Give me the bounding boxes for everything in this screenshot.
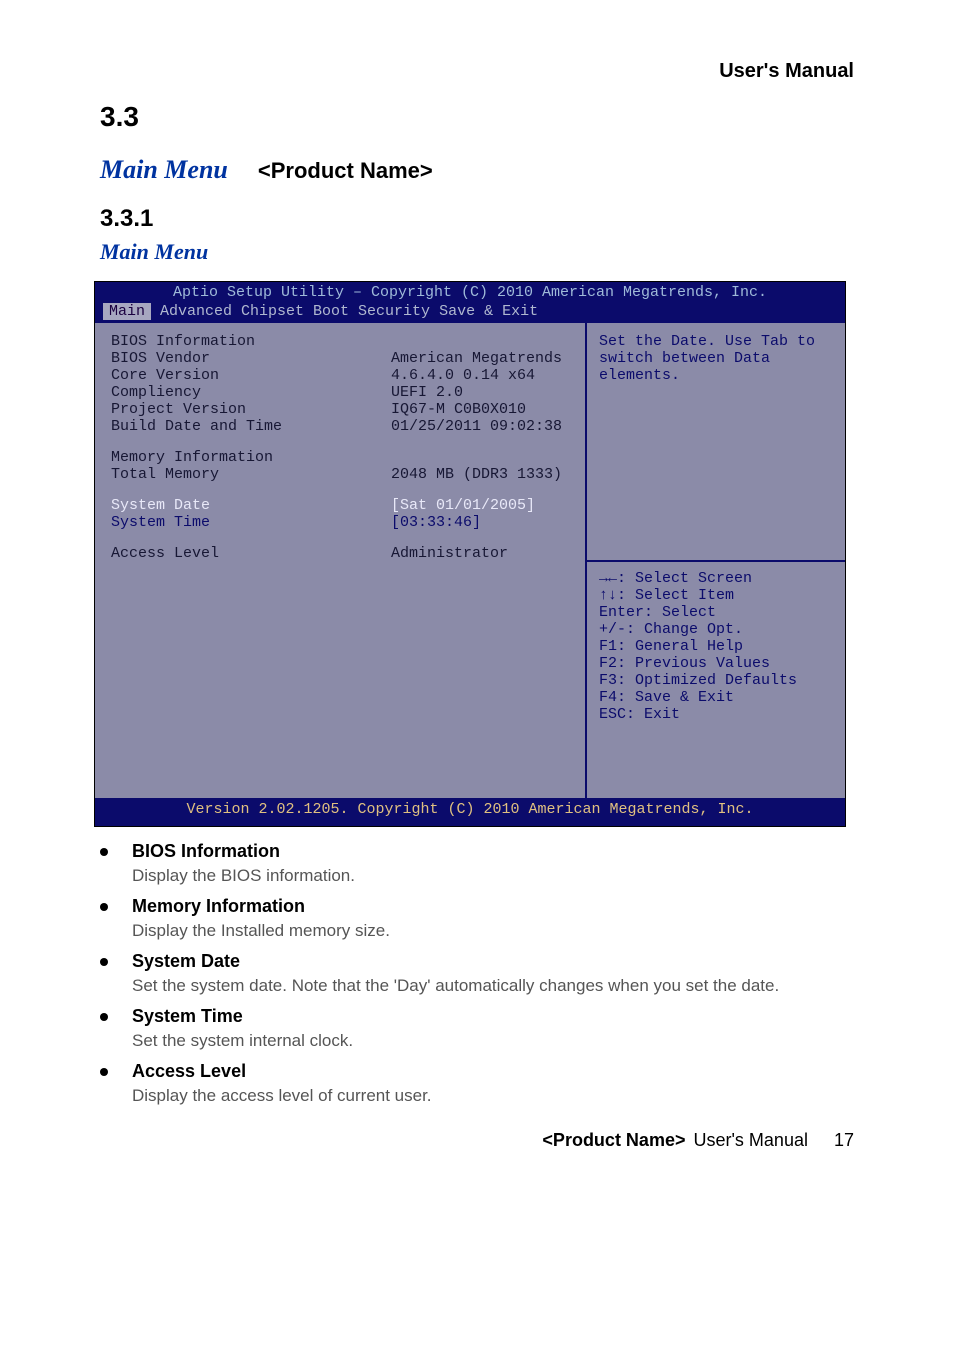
bios-help-line: switch between Data elements.	[599, 350, 833, 384]
list-item: System Date Set the system date. Note tha…	[100, 951, 854, 996]
bios-access-value: Administrator	[391, 545, 569, 562]
bios-menu-bar: Main Advanced Chipset Boot Security Save…	[95, 303, 845, 323]
footer-page-number: 17	[834, 1130, 854, 1151]
bios-time-value: [03:33:46]	[391, 514, 569, 531]
list-item: Access Level Display the access level of …	[100, 1061, 854, 1106]
bullet-heading: System Date	[132, 951, 779, 972]
bios-mem-label: Total Memory	[111, 466, 391, 483]
bios-title: Aptio Setup Utility – Copyright (C) 2010…	[95, 282, 845, 303]
bullet-icon	[100, 903, 108, 911]
bios-key-hint: ↑↓: Select Item	[599, 587, 833, 604]
bios-key-hint: F1: General Help	[599, 638, 833, 655]
bios-row-value: American Megatrends	[391, 350, 569, 367]
bullet-desc: Display the access level of current user…	[132, 1086, 432, 1106]
list-item: BIOS Information Display the BIOS informa…	[100, 841, 854, 886]
bios-access-label: Access Level	[111, 545, 391, 562]
bios-date-value: [Sat 01/01/2005]	[391, 497, 569, 514]
bios-main-pane: BIOS Information BIOS VendorAmerican Meg…	[95, 323, 585, 798]
subsection-title: Main Menu	[100, 239, 854, 265]
bios-menu-rest: Advanced Chipset Boot Security Save & Ex…	[151, 303, 538, 320]
bullet-desc: Set the system date. Note that the 'Day'…	[132, 976, 779, 996]
bios-help-line: Set the Date. Use Tab to	[599, 333, 833, 350]
bullet-icon	[100, 1068, 108, 1076]
bullet-desc: Display the Installed memory size.	[132, 921, 390, 941]
bios-key-hint: →←: Select Screen	[599, 570, 833, 587]
bios-menu-selected: Main	[103, 303, 151, 320]
section-number: 3.3	[100, 101, 139, 132]
bios-screenshot: Aptio Setup Utility – Copyright (C) 2010…	[94, 281, 846, 827]
bios-row-value: 01/25/2011 09:02:38	[391, 418, 569, 435]
bios-key-hint: ESC: Exit	[599, 706, 833, 723]
bios-row-label: Build Date and Time	[111, 418, 391, 435]
bios-key-hint: F4: Save & Exit	[599, 689, 833, 706]
bullet-heading: Memory Information	[132, 896, 390, 917]
page-footer: <Product Name> User's Manual 17	[100, 1130, 854, 1151]
bios-row-value: IQ67-M C0B0X010	[391, 401, 569, 418]
list-item: Memory Information Display the Installed …	[100, 896, 854, 941]
bullet-heading: Access Level	[132, 1061, 432, 1082]
bios-mem-value: 2048 MB (DDR3 1333)	[391, 466, 569, 483]
bios-key-hint: F2: Previous Values	[599, 655, 833, 672]
bullet-icon	[100, 958, 108, 966]
bullet-icon	[100, 848, 108, 856]
bios-key-hint: Enter: Select	[599, 604, 833, 621]
bios-row-label: Project Version	[111, 401, 391, 418]
bios-row-label: Core Version	[111, 367, 391, 384]
bios-row-label: Compliency	[111, 384, 391, 401]
bullet-desc: Set the system internal clock.	[132, 1031, 353, 1051]
subsection-number: 3.3.1	[100, 205, 854, 233]
bios-help-pane: Set the Date. Use Tab to switch between …	[585, 323, 845, 798]
bios-info-header: BIOS Information	[111, 333, 391, 350]
bios-row-value: 4.6.4.0 0.14 x64	[391, 367, 569, 384]
page: User's Manual 3.3 Main Menu <Product Nam…	[0, 0, 954, 1151]
bullet-icon	[100, 1013, 108, 1021]
bios-time-label: System Time	[111, 514, 391, 531]
footer-label: User's Manual	[693, 1130, 807, 1151]
bios-row-value: UEFI 2.0	[391, 384, 569, 401]
list-item: System Time Set the system internal clock…	[100, 1006, 854, 1051]
bullet-heading: BIOS Information	[132, 841, 355, 862]
bios-date-label: System Date	[111, 497, 391, 514]
bios-key-hint: +/-: Change Opt.	[599, 621, 833, 638]
page-header: User's Manual	[100, 60, 854, 83]
section-title: Main Menu	[100, 155, 228, 185]
bios-row-label: BIOS Vendor	[111, 350, 391, 367]
product-name: <Product Name>	[258, 158, 433, 184]
bios-footer: Version 2.02.1205. Copyright (C) 2010 Am…	[95, 798, 845, 821]
bullet-list: BIOS Information Display the BIOS informa…	[100, 841, 854, 1106]
bullet-heading: System Time	[132, 1006, 353, 1027]
bios-key-hint: F3: Optimized Defaults	[599, 672, 833, 689]
bullet-desc: Display the BIOS information.	[132, 866, 355, 886]
bios-mem-header: Memory Information	[111, 449, 391, 466]
footer-product: <Product Name>	[542, 1130, 685, 1151]
